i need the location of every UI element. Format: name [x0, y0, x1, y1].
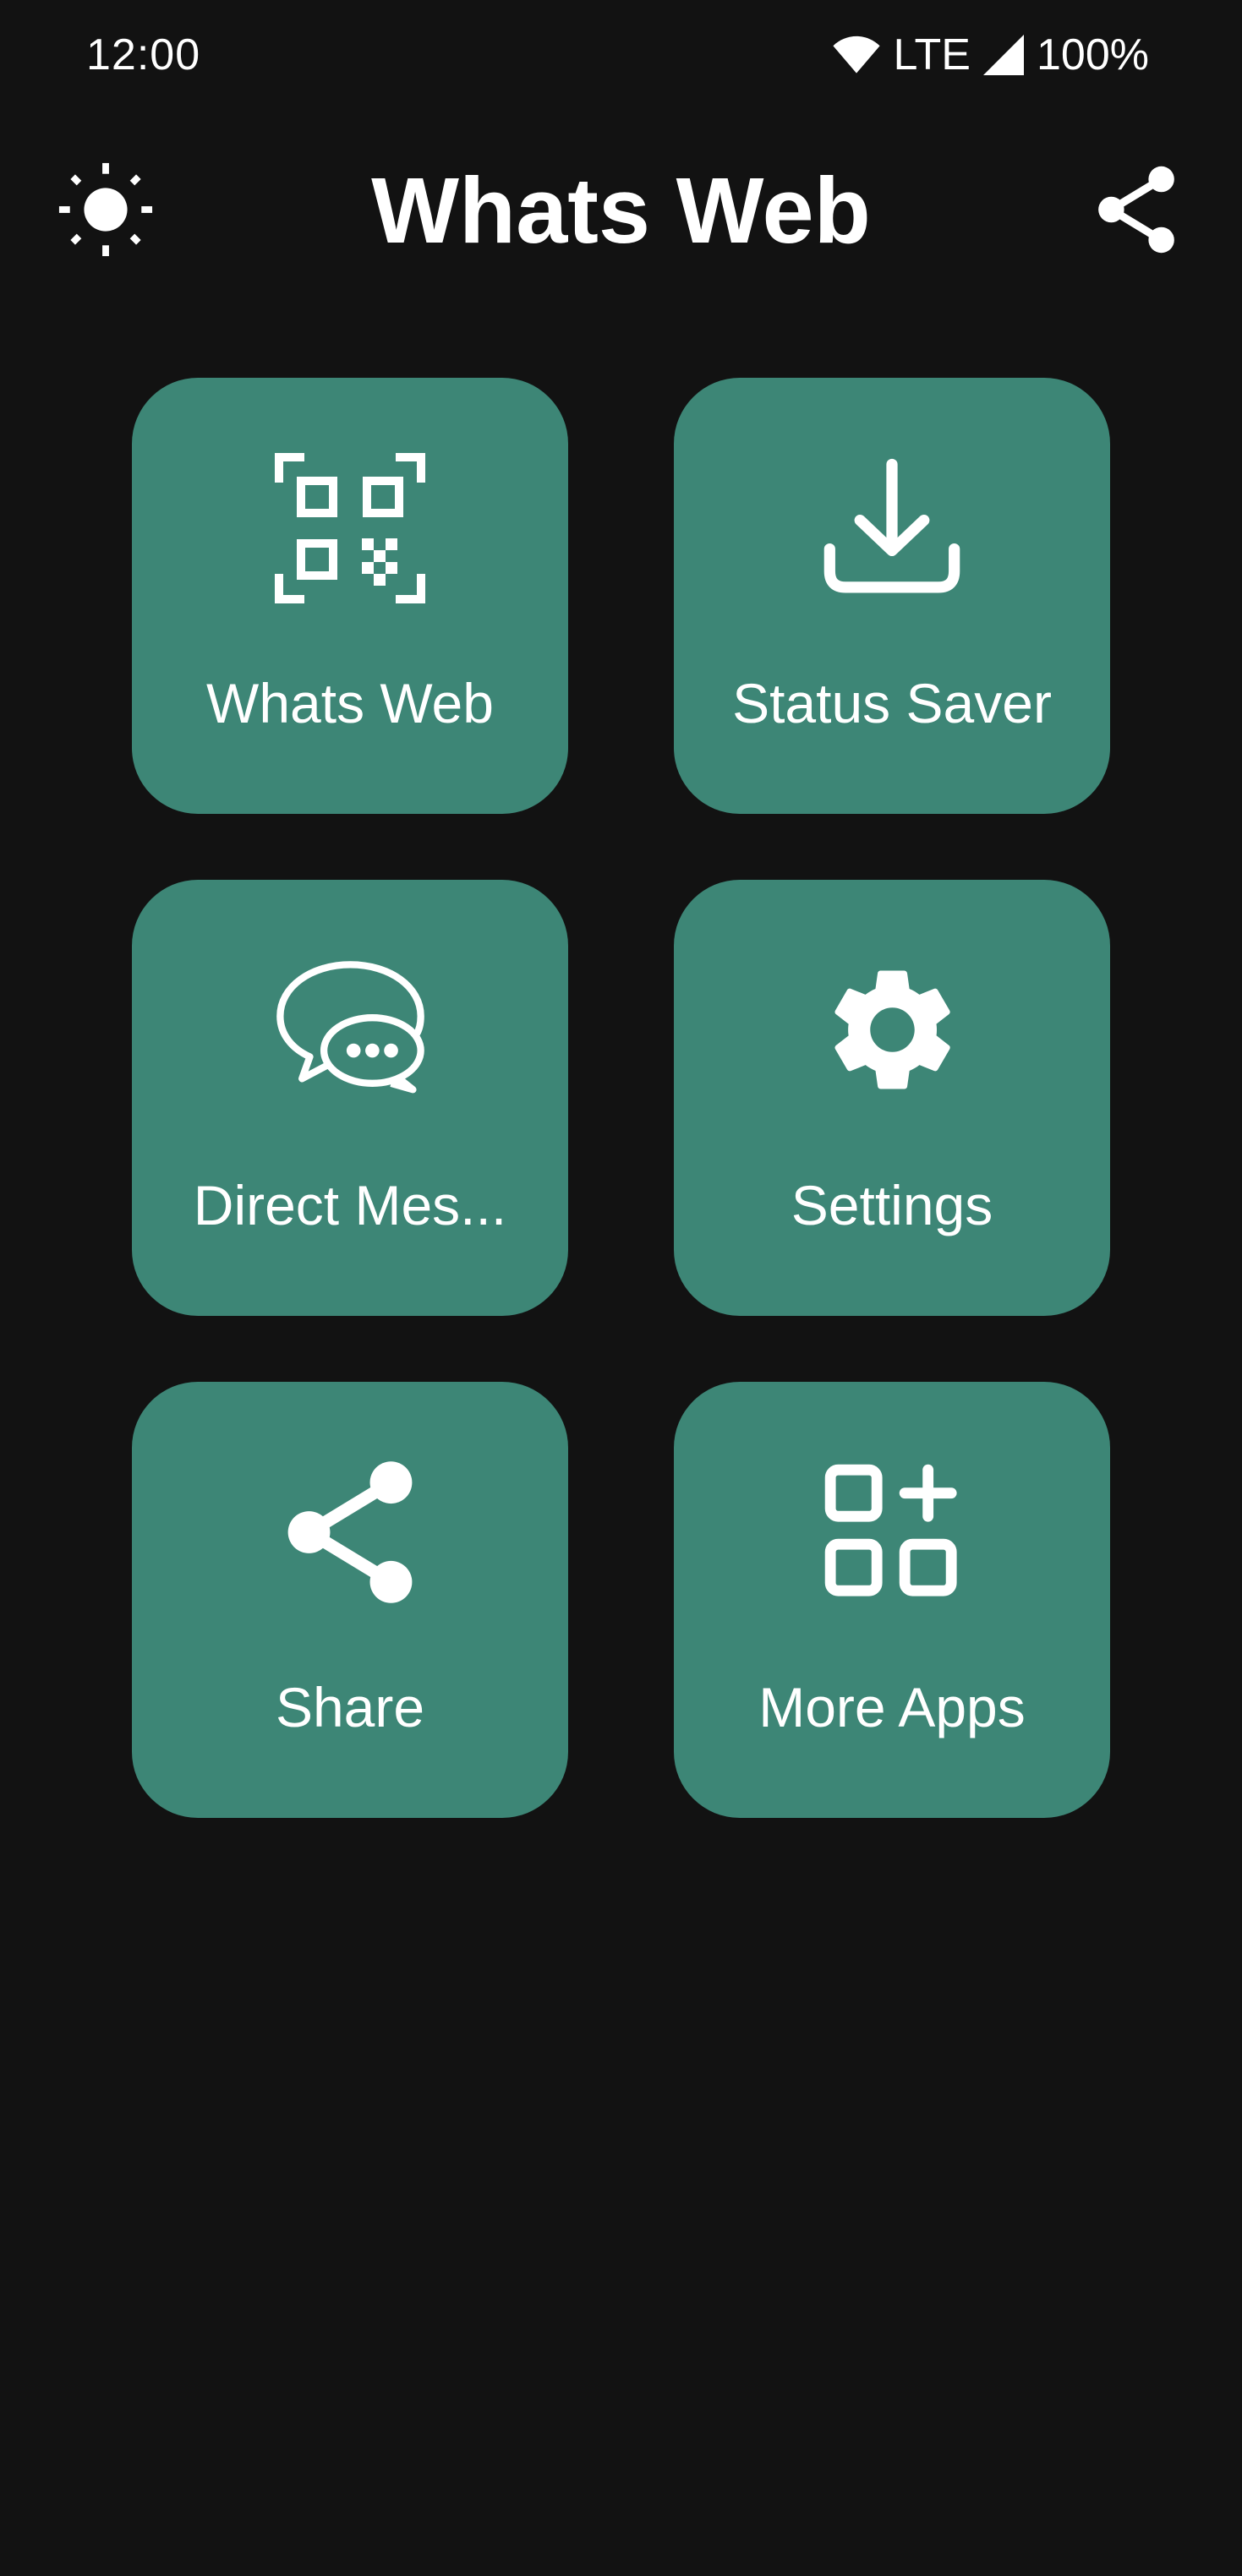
- settings-tile[interactable]: Settings: [674, 880, 1110, 1316]
- status-icons: LTE 100%: [832, 25, 1149, 85]
- tile-label: Share: [275, 1676, 425, 1738]
- whats-web-tile[interactable]: Whats Web: [132, 378, 568, 814]
- direct-message-tile[interactable]: Direct Mes...: [132, 880, 568, 1316]
- page-title: Whats Web: [371, 159, 871, 263]
- gear-icon: [818, 956, 966, 1108]
- tile-label: Settings: [791, 1174, 993, 1236]
- tile-label: Direct Mes...: [193, 1174, 507, 1236]
- battery-percent: 100%: [1037, 30, 1149, 79]
- status-time: 12:00: [86, 30, 201, 79]
- chat-bubbles-icon: [272, 958, 429, 1106]
- app-bar: Whats Web: [0, 135, 1242, 287]
- signal-icon: [982, 35, 1025, 75]
- share-tile[interactable]: Share: [132, 1382, 568, 1818]
- network-type: LTE: [893, 30, 971, 79]
- share-icon: [278, 1456, 422, 1613]
- status-saver-tile[interactable]: Status Saver: [674, 378, 1110, 814]
- apps-add-icon: [823, 1462, 962, 1606]
- download-icon: [820, 456, 964, 604]
- tile-label: Status Saver: [732, 672, 1052, 734]
- tile-label: Whats Web: [206, 672, 494, 734]
- qr-code-scan-icon: [274, 452, 426, 609]
- feature-grid: Whats Web Status Saver Direct Mes... Set…: [132, 378, 1110, 1818]
- more-apps-tile[interactable]: More Apps: [674, 1382, 1110, 1818]
- tile-label: More Apps: [758, 1676, 1026, 1738]
- share-button[interactable]: [1081, 156, 1191, 266]
- status-bar: 12:00 LTE 100%: [0, 0, 1242, 110]
- share-icon: [1092, 163, 1180, 260]
- wifi-icon: [832, 35, 881, 75]
